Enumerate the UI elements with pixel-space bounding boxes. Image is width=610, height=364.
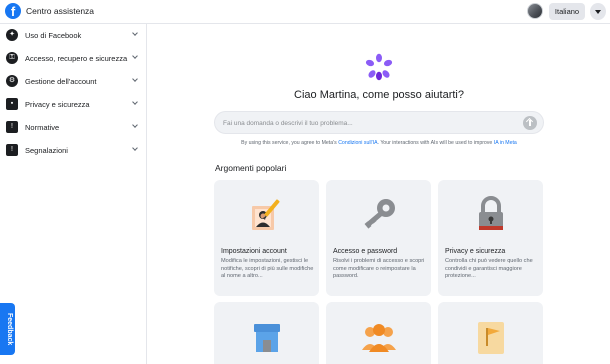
- chevron-down-icon: [133, 146, 139, 152]
- flag-icon: !: [6, 144, 18, 156]
- compass-icon: ✦: [6, 29, 18, 41]
- sidebar-item-label: Normative: [25, 123, 60, 132]
- send-arrow-icon[interactable]: [523, 116, 537, 130]
- card-description: Controlla chi può vedere quello che cond…: [445, 258, 533, 280]
- greeting-heading: Ciao Martina, come posso aiutarti?: [294, 89, 464, 101]
- card-description: Risolvi i problemi di accesso e scopri c…: [333, 258, 425, 280]
- sidebar-item-normative[interactable]: ! Normative: [0, 116, 146, 139]
- caret-down-icon[interactable]: [590, 3, 606, 20]
- pages-icon: [478, 322, 504, 354]
- chevron-down-icon: [133, 123, 139, 129]
- meta-ai-link[interactable]: IA in Meta: [494, 140, 517, 146]
- chevron-down-icon: [133, 77, 139, 83]
- topic-card-privacy-sicurezza[interactable]: Privacy e sicurezza Controlla chi può ve…: [438, 180, 543, 296]
- key-icon: [364, 199, 395, 229]
- topic-card-impostazioni-account[interactable]: Impostazioni account Modifica le imposta…: [214, 180, 319, 296]
- topic-card-groups[interactable]: [326, 302, 431, 364]
- gear-icon: ⚙: [6, 75, 18, 87]
- sidebar-item-accesso[interactable]: ⚿ Accesso, recupero e sicurezza: [0, 47, 146, 70]
- lock-icon: ▪: [6, 98, 18, 110]
- feedback-label: Feedback: [6, 312, 13, 346]
- disclaimer-text: By using this service, you agree to Meta…: [241, 140, 337, 146]
- chevron-down-icon: [133, 31, 139, 37]
- sidebar-item-uso-di-facebook[interactable]: ✦ Uso di Facebook: [0, 24, 146, 47]
- meta-ai-icon: [365, 53, 393, 81]
- card-title: Accesso e password: [333, 248, 398, 255]
- sidebar-item-privacy[interactable]: ▪ Privacy e sicurezza: [0, 93, 146, 116]
- card-title: Impostazioni account: [221, 248, 287, 255]
- top-header: f Centro assistenza Italiano: [0, 0, 610, 24]
- groups-icon: [362, 324, 396, 352]
- sidebar-item-label: Uso di Facebook: [25, 31, 82, 40]
- sidebar-item-label: Accesso, recupero e sicurezza: [25, 54, 128, 63]
- avatar[interactable]: [527, 3, 543, 19]
- sidebar-item-label: Gestione dell'account: [25, 77, 97, 86]
- profile-edit-icon: [252, 199, 280, 230]
- page-title[interactable]: Centro assistenza: [26, 6, 94, 16]
- sidebar-item-gestione-account[interactable]: ⚙ Gestione dell'account: [0, 70, 146, 93]
- chevron-down-icon: [133, 100, 139, 106]
- search-box[interactable]: [214, 111, 544, 134]
- facebook-logo-icon[interactable]: f: [5, 3, 21, 19]
- card-description: Modifica le impostazioni, gestisci le no…: [221, 258, 314, 280]
- padlock-icon: [479, 196, 503, 230]
- disclaimer-text: . Your interactions with AIs will be use…: [377, 140, 493, 146]
- marketplace-icon: [254, 324, 280, 352]
- sidebar-item-segnalazioni[interactable]: ! Segnalazioni: [0, 139, 146, 162]
- ai-terms-link[interactable]: Condizioni sull'IA: [338, 140, 377, 146]
- sidebar-item-label: Segnalazioni: [25, 146, 68, 155]
- topic-card-pages[interactable]: [438, 302, 543, 364]
- chevron-down-icon: [133, 54, 139, 60]
- topic-card-accesso-password[interactable]: Accesso e password Risolvi i problemi di…: [326, 180, 431, 296]
- key-icon: ⚿: [6, 52, 18, 64]
- card-title: Privacy e sicurezza: [445, 248, 506, 255]
- search-input[interactable]: [223, 116, 513, 130]
- ai-disclaimer: By using this service, you agree to Meta…: [214, 140, 544, 146]
- section-title: Argomenti popolari: [215, 163, 287, 173]
- sidebar-item-label: Privacy e sicurezza: [25, 100, 90, 109]
- topic-card-marketplace[interactable]: [214, 302, 319, 364]
- alert-icon: !: [6, 121, 18, 133]
- language-button[interactable]: Italiano: [549, 3, 585, 20]
- sidebar: ✦ Uso di Facebook ⚿ Accesso, recupero e …: [0, 24, 147, 364]
